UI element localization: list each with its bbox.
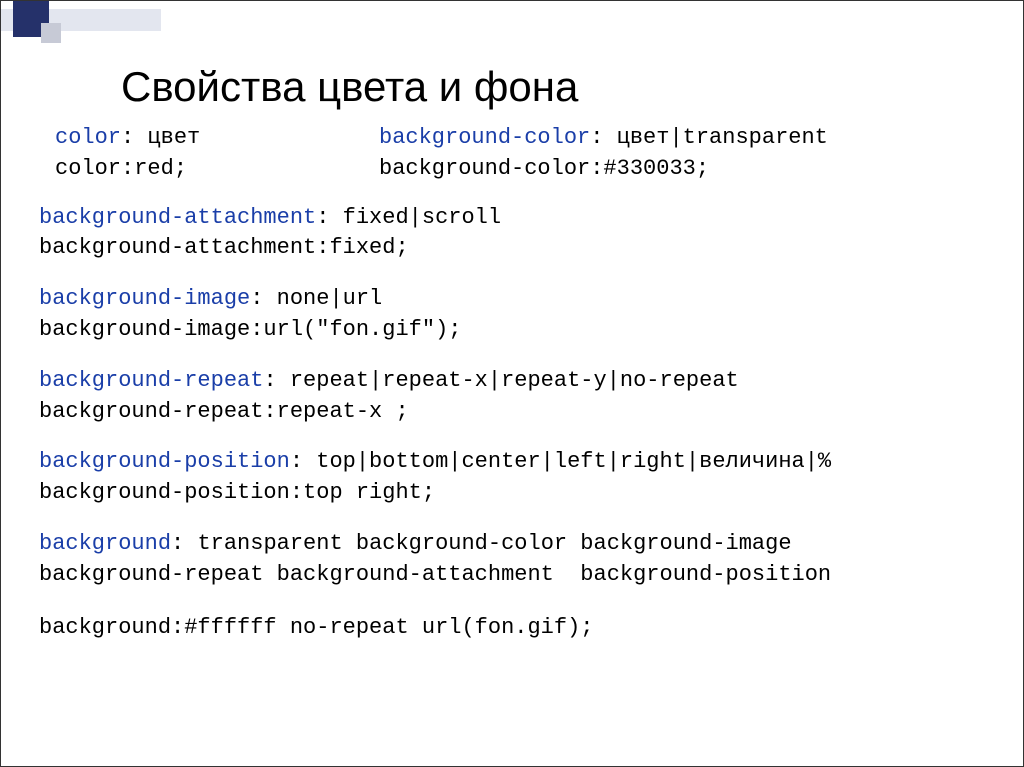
shorthand-block: background: transparent background-color… [39, 529, 993, 643]
prop-sep: : [590, 125, 616, 150]
example: background-attachment:fixed; [39, 233, 993, 264]
color-block: color: цвет color:red; [39, 123, 379, 185]
prop-sep: : [263, 368, 289, 393]
bgcolor-block: background-color: цвет|transparent backg… [379, 123, 993, 185]
prop-sep: : [316, 205, 342, 230]
prop-name: background-attachment [39, 205, 316, 230]
line1-rest: transparent background-color background-… [197, 531, 791, 556]
prop-values: repeat|repeat-x|repeat-y|no-repeat [290, 368, 739, 393]
example: background-repeat:repeat-x ; [39, 397, 993, 428]
prop-values: fixed|scroll [343, 205, 501, 230]
prop-values: цвет|transparent [617, 125, 828, 150]
line2: background-repeat background-attachment … [39, 560, 993, 591]
property-block: background-image: none|url background-ima… [39, 284, 993, 346]
property-block: background-position: top|bottom|center|l… [39, 447, 993, 509]
prop-name: background-image [39, 286, 250, 311]
example: background-position:top right; [39, 478, 993, 509]
prop-values: цвет [147, 125, 200, 150]
prop-sep: : [121, 125, 147, 150]
slide-content: color: цвет color:red; background-color:… [39, 123, 993, 663]
property-block: background-attachment: fixed|scroll backg… [39, 203, 993, 265]
example: background:#ffffff no-repeat url(fon.gif… [39, 613, 993, 644]
prop-values: top|bottom|center|left|right|величина|% [316, 449, 831, 474]
prop-name: background-repeat [39, 368, 263, 393]
top-row: color: цвет color:red; background-color:… [39, 123, 993, 185]
slide-decoration [1, 1, 161, 57]
prop-sep: : [171, 531, 197, 556]
example: background-image:url("fon.gif"); [39, 315, 993, 346]
prop-name: background-position [39, 449, 290, 474]
prop-name: background-color [379, 125, 590, 150]
example: color:red; [55, 154, 379, 185]
prop-values: none|url [277, 286, 383, 311]
prop-sep: : [290, 449, 316, 474]
example: background-color:#330033; [379, 154, 993, 185]
prop-sep: : [250, 286, 276, 311]
prop-name: color [55, 125, 121, 150]
property-block: background-repeat: repeat|repeat-x|repea… [39, 366, 993, 428]
slide-title: Свойства цвета и фона [121, 63, 578, 111]
prop-name: background [39, 531, 171, 556]
